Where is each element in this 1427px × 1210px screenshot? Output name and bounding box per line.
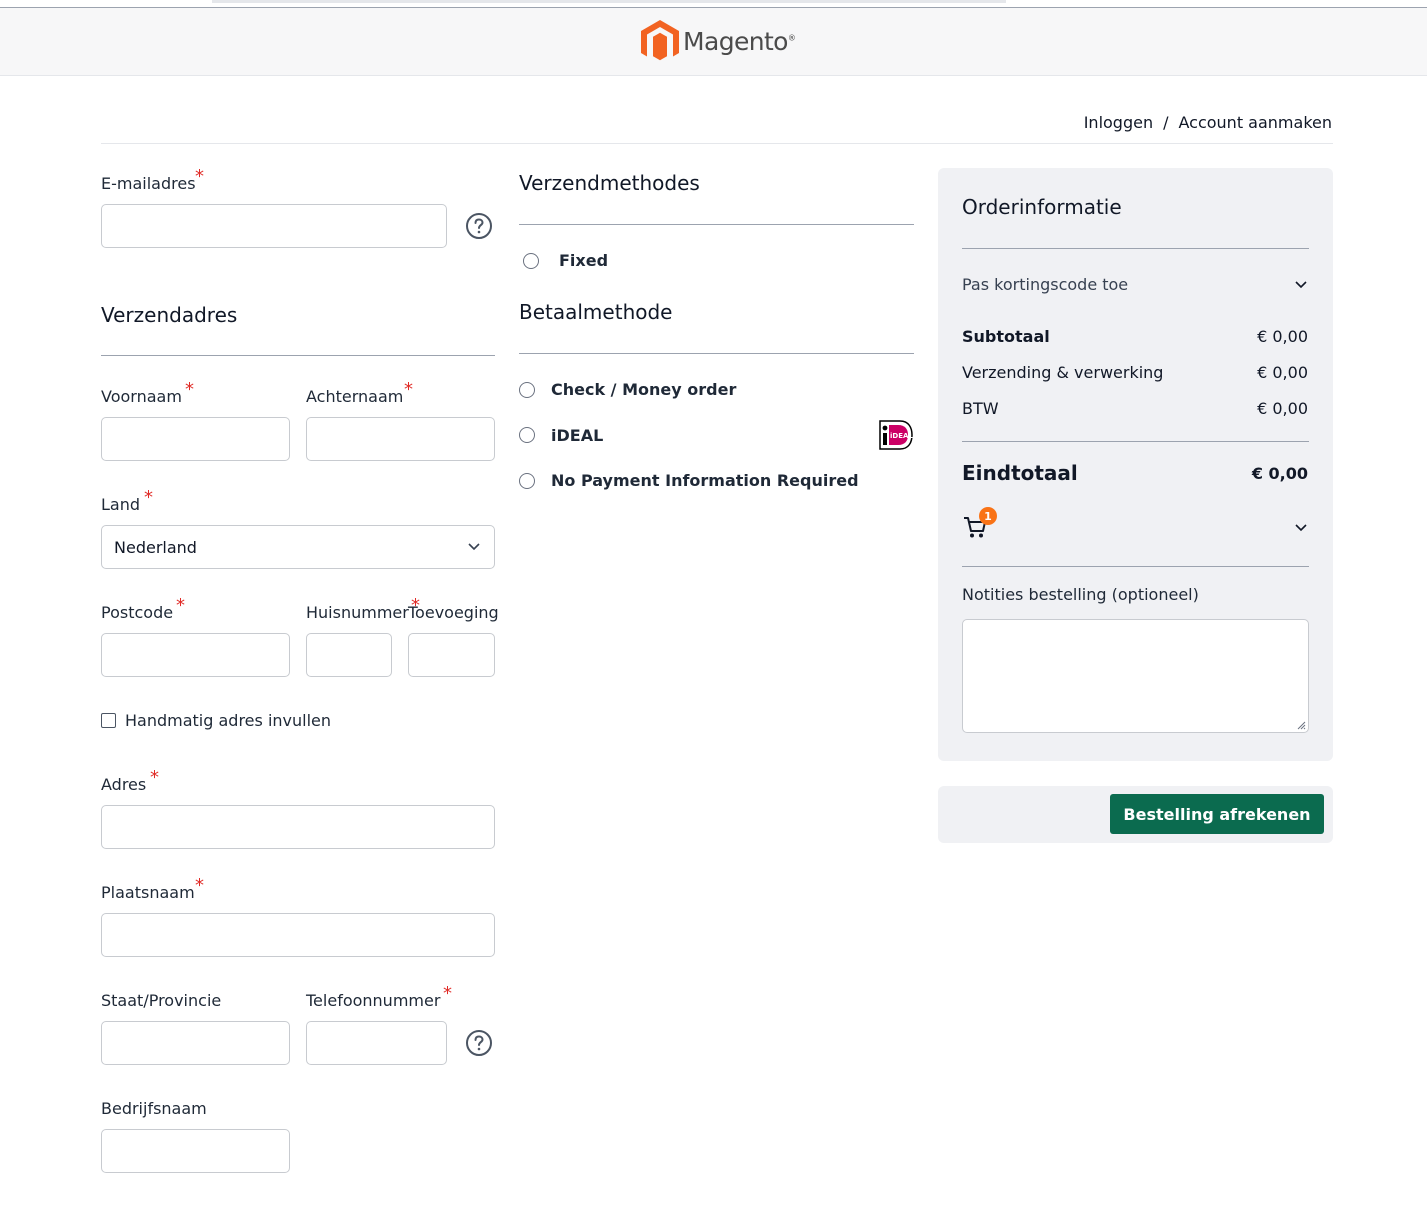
browser-top-strip [212,0,1006,3]
payment-methods-heading: Betaalmethode [519,300,673,324]
postcode-label: Postcode [101,603,174,622]
cart-items-chevron-down-icon[interactable] [1295,524,1307,532]
resize-handle-icon[interactable] [1296,720,1306,730]
shipping-fixed-radio[interactable] [523,253,539,269]
shipping-label: Verzending & verwerking [962,363,1164,382]
shipping-value: € 0,00 [1257,363,1308,382]
summary-divider-3 [962,566,1309,567]
subtotal-label: Subtotaal [962,327,1050,346]
phone-input[interactable] [306,1021,447,1065]
country-label: Land [101,495,141,514]
shipping-methods-heading: Verzendmethodes [519,171,700,195]
create-account-link[interactable]: Account aanmaken [1178,113,1332,132]
order-notes-label: Notities bestelling (optioneel) [962,585,1199,604]
region-input[interactable] [101,1021,290,1065]
city-required-marker: * [195,875,204,896]
tax-label: BTW [962,399,999,418]
login-link[interactable]: Inloggen [1084,113,1153,132]
coupon-toggle[interactable]: Pas kortingscode toe [962,275,1128,294]
address-input[interactable] [101,805,495,849]
shipping-address-divider [101,355,495,356]
firstname-label: Voornaam [101,387,182,406]
housenumber-input[interactable] [306,633,392,677]
payment-checkmo-radio[interactable] [519,382,535,398]
magento-logo[interactable]: Magento® [641,20,796,62]
manual-address-label[interactable]: Handmatig adres invullen [125,711,331,730]
shipping-methods-divider [519,224,914,225]
svg-text:iDEAL: iDEAL [890,432,913,440]
magento-logo-icon [641,20,679,61]
firstname-input[interactable] [101,417,290,461]
order-summary-heading: Orderinformatie [962,195,1122,219]
email-required-marker: * [195,166,204,187]
lastname-label: Achternaam [306,387,404,406]
country-required-marker: * [144,487,153,508]
lastname-required-marker: * [404,379,413,400]
phone-label: Telefoonnummer [306,991,441,1010]
address-required-marker: * [150,767,159,788]
manual-address-checkbox[interactable] [101,713,116,728]
grand-total-label: Eindtotaal [962,461,1078,485]
country-select-value: Nederland [114,537,197,557]
payment-checkmo-label[interactable]: Check / Money order [551,380,736,399]
ideal-logo-icon: iDEAL [879,420,913,450]
housenumber-label: Huisnummer [306,603,409,622]
email-label: E-mailadres [101,174,196,193]
postcode-input[interactable] [101,633,290,677]
region-label: Staat/Provincie [101,991,222,1010]
phone-help-icon[interactable] [465,1029,493,1057]
cart-count-badge: 1 [979,507,997,525]
logo-text: Magento® [683,26,796,56]
city-label: Plaatsnaam [101,883,195,902]
lastname-input[interactable] [306,417,495,461]
top-divider [101,143,1333,144]
chevron-down-icon [468,543,480,551]
shipping-address-heading: Verzendadres [101,303,238,327]
city-input[interactable] [101,913,495,957]
email-input[interactable] [101,204,447,248]
link-separator: / [1163,113,1169,132]
grand-total-value: € 0,00 [1251,464,1308,483]
phone-required-marker: * [443,983,452,1004]
addition-input[interactable] [408,633,495,677]
payment-ideal-radio[interactable] [519,427,535,443]
firstname-required-marker: * [185,379,194,400]
address-label: Adres [101,775,147,794]
addition-label: Toevoeging [408,603,499,622]
subtotal-value: € 0,00 [1257,327,1308,346]
payment-nopayment-radio[interactable] [519,473,535,489]
account-links: Inloggen / Account aanmaken [1084,113,1332,132]
place-order-button[interactable]: Bestelling afrekenen [1110,794,1324,834]
tax-value: € 0,00 [1257,399,1308,418]
payment-methods-divider [519,353,914,354]
payment-ideal-label[interactable]: iDEAL [551,426,603,445]
shipping-fixed-label[interactable]: Fixed [559,251,608,270]
summary-divider-1 [962,248,1309,249]
summary-divider-2 [962,441,1309,442]
postcode-required-marker: * [176,595,185,616]
company-input[interactable] [101,1129,290,1173]
company-label: Bedrijfsnaam [101,1099,207,1118]
coupon-chevron-down-icon[interactable] [1295,281,1307,289]
order-notes-textarea[interactable] [962,619,1309,733]
payment-nopayment-label[interactable]: No Payment Information Required [551,471,859,490]
email-help-icon[interactable] [465,212,493,240]
country-select[interactable]: Nederland [101,525,495,569]
